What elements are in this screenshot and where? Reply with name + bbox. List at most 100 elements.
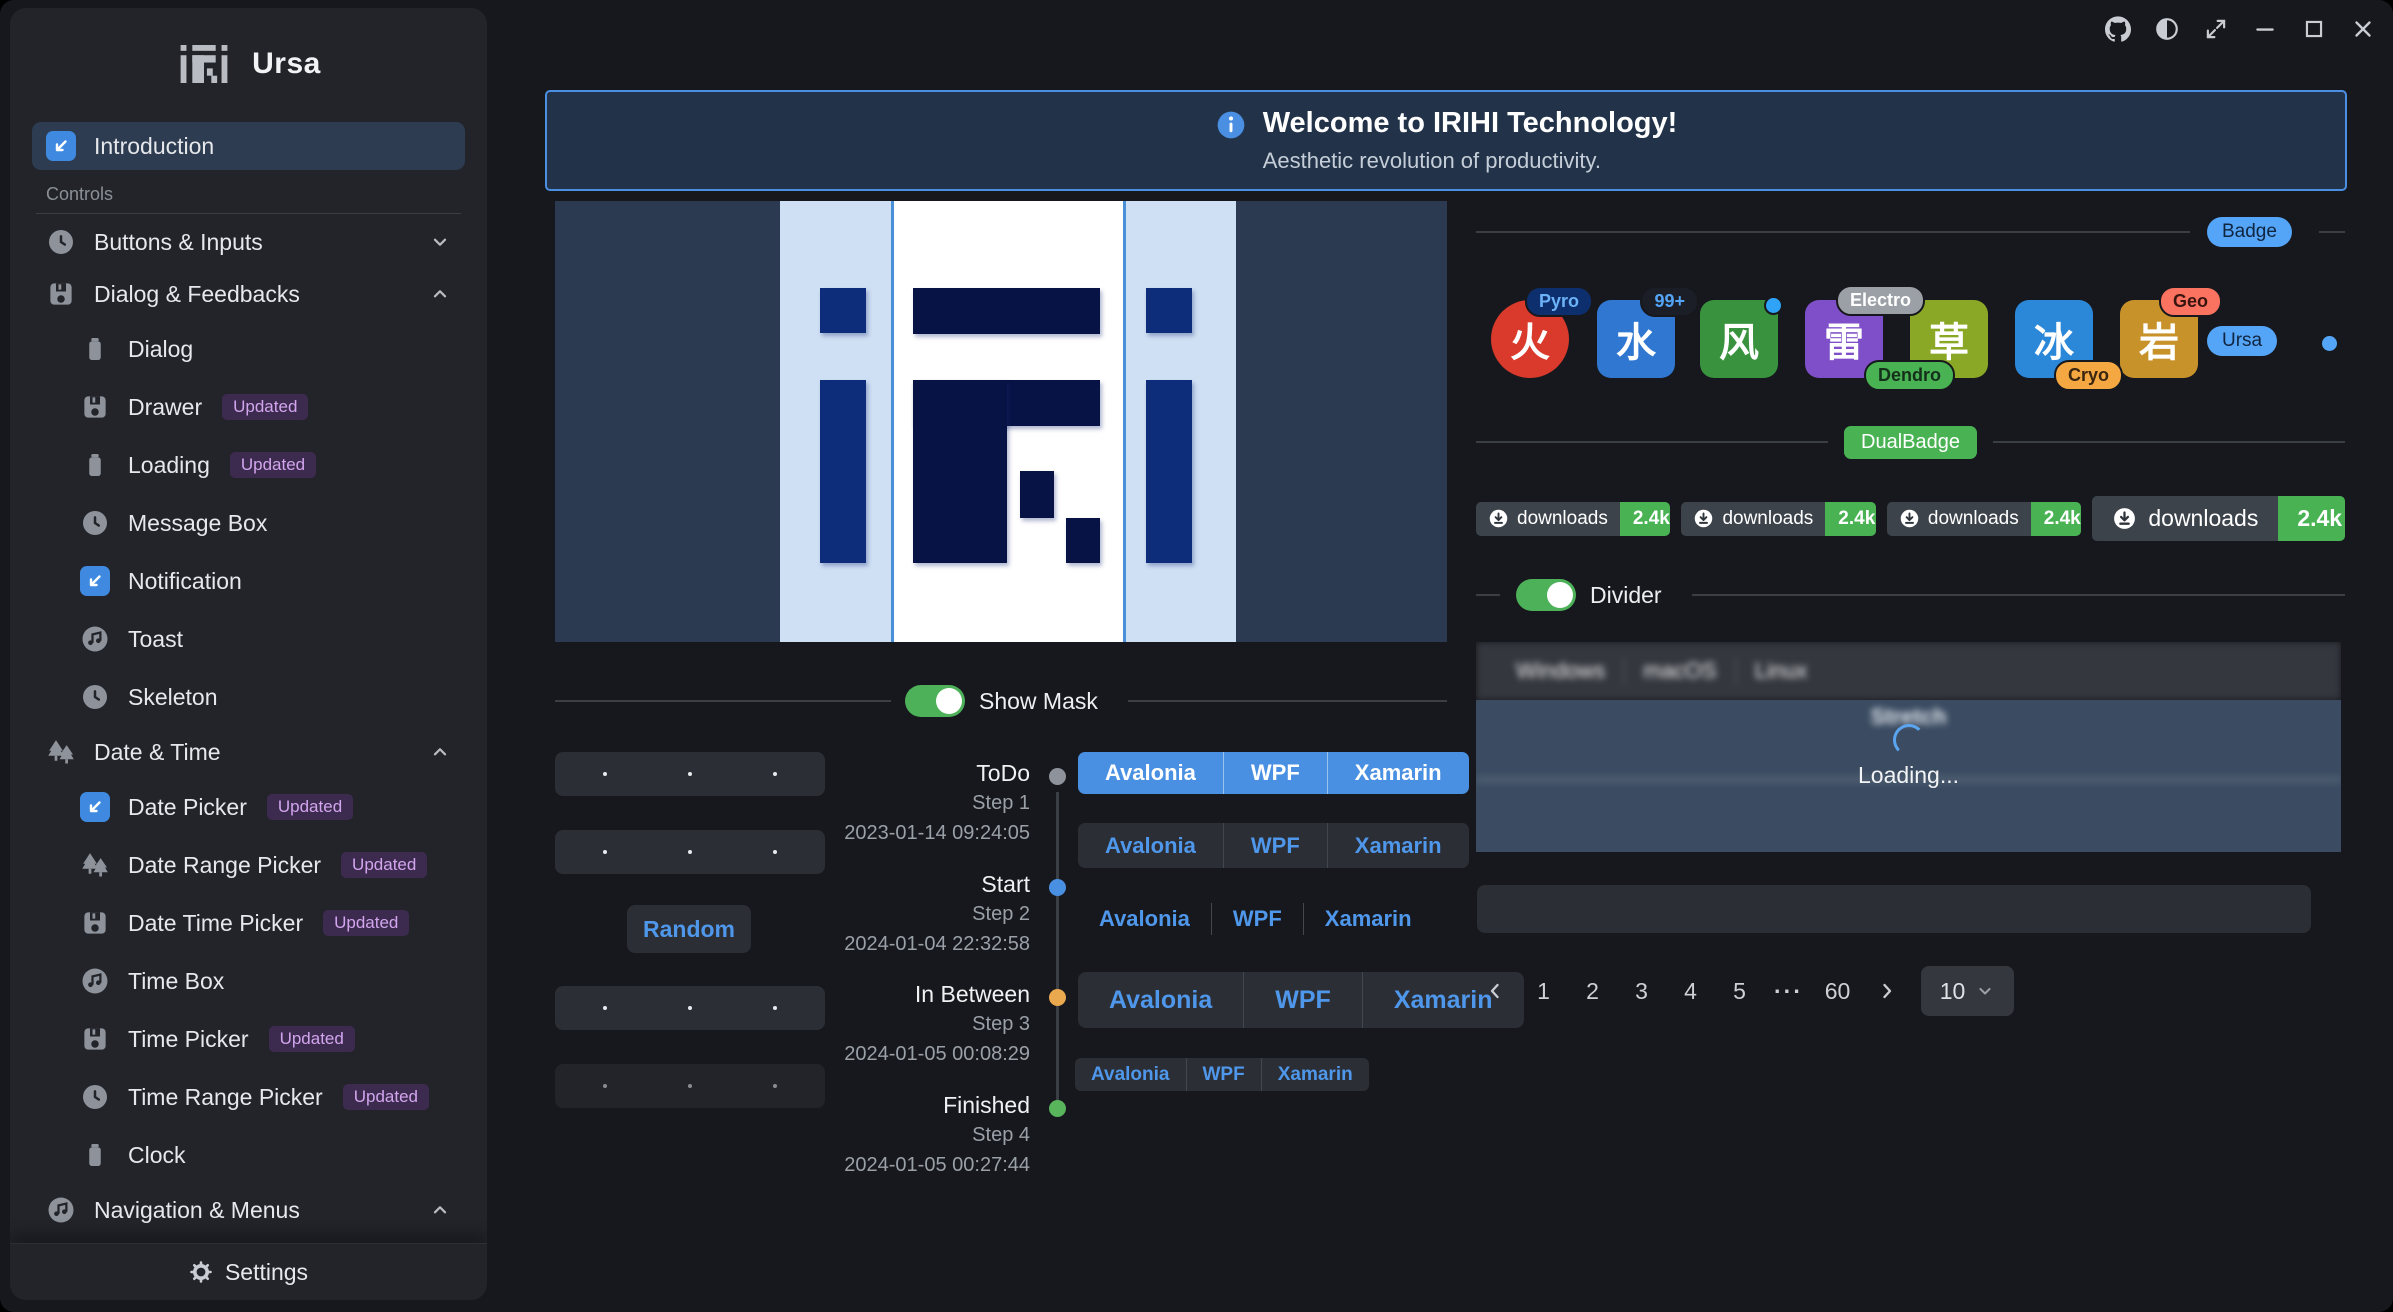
element-icon-cryo[interactable]: 冰Cryo (2015, 300, 2093, 378)
sidebar-item-time-picker[interactable]: Time PickerUpdated (32, 1010, 465, 1068)
download-icon (1488, 508, 1509, 529)
step-dot-4 (1049, 1100, 1066, 1117)
clock-icon (80, 508, 110, 538)
github-button[interactable] (2105, 16, 2132, 43)
button-avalonia[interactable]: Avalonia (1078, 752, 1223, 794)
sidebar-item-loading[interactable]: LoadingUpdated (32, 436, 465, 494)
sidebar-item-dialog-feedbacks[interactable]: Dialog & Feedbacks (32, 268, 465, 320)
element-char: 岩 (2139, 310, 2179, 368)
sidebar-item-time-range-picker[interactable]: Time Range Picker Updated (32, 1068, 465, 1126)
show-mask-label: Show Mask (979, 688, 1098, 715)
loading-spinner-icon (1893, 724, 1925, 756)
badge-cryo: Cryo (2054, 360, 2123, 391)
pagination-page-3[interactable]: 3 (1623, 973, 1660, 1010)
button-xamarin[interactable]: Xamarin (1327, 823, 1469, 868)
sidebar-item-skeleton[interactable]: Skeleton (32, 668, 465, 726)
element-icon-99+[interactable]: 水99+ (1597, 300, 1675, 378)
sidebar-item-date-time-picker[interactable]: Date Time PickerUpdated (32, 894, 465, 952)
close-button[interactable] (2350, 16, 2377, 43)
sidebar-item-toast[interactable]: Toast (32, 610, 465, 668)
button-wpf[interactable]: WPF (1223, 823, 1327, 868)
time-box-dot (688, 850, 692, 854)
badge-geo: Geo (2159, 286, 2222, 317)
sidebar-item-time-box[interactable]: Time Box (32, 952, 465, 1010)
pagination-page-60[interactable]: 60 (1819, 973, 1856, 1010)
button-xamarin[interactable]: Xamarin (1261, 1058, 1369, 1091)
button-xamarin[interactable]: Xamarin (1303, 903, 1433, 935)
sidebar-item-dialog[interactable]: Dialog (32, 320, 465, 378)
updated-badge: Updated (343, 1084, 429, 1110)
step-label: Step 3 (660, 1009, 1030, 1039)
loading-panel-tabs: WindowsmacOSLinux (1476, 642, 2341, 700)
sidebar-item-drawer[interactable]: DrawerUpdated (32, 378, 465, 436)
step-label: Step 2 (660, 899, 1030, 929)
sidebar-item-clock[interactable]: Clock (32, 1126, 465, 1184)
sidebar-item-label: Dialog & Feedbacks (94, 281, 300, 308)
floppy-icon (80, 908, 110, 938)
element-icon-dot[interactable]: 风 (1700, 300, 1778, 378)
pagination-page-1[interactable]: 1 (1525, 973, 1562, 1010)
tab-linux[interactable]: Linux (1737, 658, 1826, 684)
element-icon-dendro[interactable]: 草Dendro (1910, 300, 1988, 378)
text-input[interactable] (1477, 885, 2311, 933)
button-avalonia[interactable]: Avalonia (1078, 903, 1211, 935)
tab-macos[interactable]: macOS (1625, 658, 1734, 684)
sidebar-item-notification[interactable]: Notification (32, 552, 465, 610)
sidebar-item-date-range-picker[interactable]: Date Range PickerUpdated (32, 836, 465, 894)
sidebar-item-label: Notification (128, 568, 242, 595)
theme-button[interactable] (2154, 16, 2181, 43)
show-mask-toggle[interactable] (905, 685, 965, 717)
settings-button[interactable]: Settings (10, 1243, 487, 1300)
element-char: 风 (1719, 310, 1759, 368)
button-xamarin[interactable]: Xamarin (1327, 752, 1469, 794)
downloads-badge-1[interactable]: downloads2.4k (1476, 502, 1670, 536)
sidebar-item-date-time[interactable]: Date & Time (32, 726, 465, 778)
pagination-page-4[interactable]: 4 (1672, 973, 1709, 1010)
downloads-badge-3[interactable]: downloads2.4k (1887, 502, 2081, 536)
pagination-prev-button[interactable] (1476, 973, 1513, 1010)
divider-line (1476, 441, 1828, 443)
sidebar-item-date-picker[interactable]: Date PickerUpdated (32, 778, 465, 836)
button-avalonia[interactable]: Avalonia (1078, 823, 1223, 868)
sidebar-item-label: Date Range Picker (128, 852, 321, 879)
downloads-badge-2[interactable]: downloads2.4k (1681, 502, 1875, 536)
pagination-page-5[interactable]: 5 (1721, 973, 1758, 1010)
step-label: Step 1 (660, 788, 1030, 818)
download-icon (2112, 506, 2137, 531)
logo-pixel (913, 288, 1100, 334)
info-icon (1215, 107, 1247, 146)
button-wpf[interactable]: WPF (1223, 752, 1327, 794)
button-avalonia[interactable]: Avalonia (1078, 972, 1243, 1028)
tab-windows[interactable]: Windows (1498, 658, 1623, 684)
badge-pyro: Pyro (1525, 286, 1593, 317)
downloads-label: downloads (1722, 508, 1813, 530)
fullscreen-button[interactable] (2203, 16, 2230, 43)
clock-icon (46, 227, 76, 257)
downloads-badge-left: downloads (1681, 502, 1825, 536)
battery-icon (80, 450, 110, 480)
sidebar-item-label: Time Range Picker (128, 1084, 323, 1111)
clock-icon (80, 1082, 110, 1112)
badge-divider: Badge (1476, 216, 2345, 248)
sidebar-item-message-box[interactable]: Message Box (32, 494, 465, 552)
divider-demo-row: Divider (1476, 577, 2345, 613)
divider-line (555, 700, 891, 702)
element-icon-pyro[interactable]: 火Pyro (1491, 300, 1569, 378)
time-box-dot (603, 772, 607, 776)
maximize-button[interactable] (2301, 16, 2328, 43)
page-size-select[interactable]: 10 (1921, 966, 2014, 1016)
divider-toggle[interactable] (1516, 579, 1576, 611)
sidebar-item-label: Clock (128, 1142, 186, 1169)
sidebar-item-introduction[interactable]: Introduction (32, 122, 465, 170)
button-avalonia[interactable]: Avalonia (1075, 1058, 1186, 1091)
sidebar-item-navigation-menus[interactable]: Navigation & Menus (32, 1184, 465, 1236)
sidebar-item-buttons-inputs[interactable]: Buttons & Inputs (32, 216, 465, 268)
element-icon-geo[interactable]: 岩Geo (2120, 300, 2198, 378)
button-wpf[interactable]: WPF (1243, 972, 1362, 1028)
minimize-button[interactable] (2252, 16, 2279, 43)
downloads-badge-4[interactable]: downloads2.4k (2092, 496, 2345, 541)
button-wpf[interactable]: WPF (1211, 903, 1303, 935)
pagination-next-button[interactable] (1868, 973, 1905, 1010)
pagination-page-2[interactable]: 2 (1574, 973, 1611, 1010)
button-wpf[interactable]: WPF (1186, 1058, 1261, 1091)
